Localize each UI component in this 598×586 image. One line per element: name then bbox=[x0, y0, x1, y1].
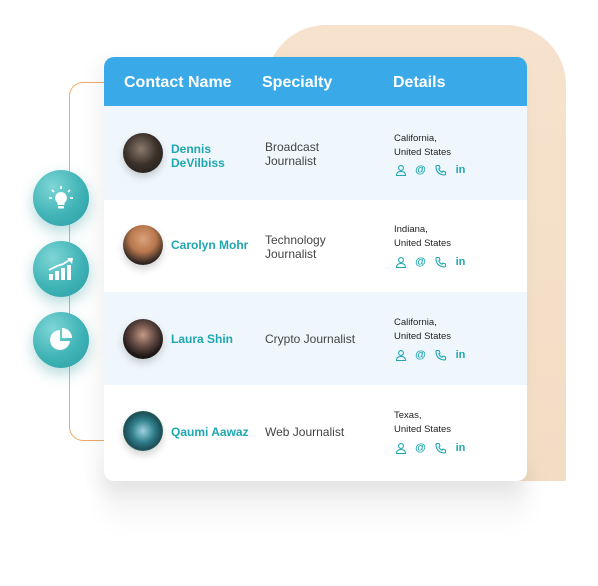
location-text: Texas, United States bbox=[394, 410, 452, 435]
linkedin-icon[interactable]: in bbox=[454, 163, 467, 176]
growth-chart-icon bbox=[48, 258, 73, 280]
avatar bbox=[123, 225, 163, 265]
linkedin-icon[interactable]: in bbox=[454, 348, 467, 361]
linkedin-icon[interactable]: in bbox=[454, 441, 467, 454]
table-row[interactable]: Carolyn Mohr Technology Journalist Indian… bbox=[104, 200, 527, 292]
table-header: Contact Name Specialty Details bbox=[104, 57, 527, 106]
email-icon[interactable]: @ bbox=[414, 348, 427, 361]
contact-name-link[interactable]: Carolyn Mohr bbox=[171, 238, 248, 252]
contact-name-link[interactable]: Dennis DeVilbiss bbox=[171, 142, 225, 170]
specialty-text: Broadcast Journalist bbox=[265, 140, 320, 168]
specialty-text: Technology Journalist bbox=[265, 233, 326, 261]
side-button-analytics[interactable] bbox=[33, 312, 89, 368]
specialty-text: Crypto Journalist bbox=[265, 332, 356, 346]
email-icon[interactable]: @ bbox=[414, 163, 427, 176]
column-header-specialty[interactable]: Specialty bbox=[262, 74, 332, 92]
phone-icon[interactable] bbox=[434, 255, 447, 268]
table-row[interactable]: Dennis DeVilbiss Broadcast Journalist Cali… bbox=[104, 106, 527, 200]
user-profile-icon[interactable] bbox=[394, 441, 407, 454]
side-button-growth[interactable] bbox=[33, 241, 89, 297]
linkedin-icon[interactable]: in bbox=[454, 255, 467, 268]
avatar bbox=[123, 411, 163, 451]
phone-icon[interactable] bbox=[434, 348, 447, 361]
email-icon[interactable]: @ bbox=[414, 441, 427, 454]
phone-icon[interactable] bbox=[434, 163, 447, 176]
contact-actions: @ in bbox=[394, 163, 467, 176]
specialty-text: Web Journalist bbox=[265, 425, 345, 439]
column-header-contact-name[interactable]: Contact Name bbox=[124, 74, 232, 92]
pie-chart-icon bbox=[50, 328, 72, 350]
location-text: California, United States bbox=[394, 133, 452, 158]
phone-icon[interactable] bbox=[434, 441, 447, 454]
contact-name-link[interactable]: Qaumi Aawaz bbox=[171, 425, 249, 439]
user-profile-icon[interactable] bbox=[394, 348, 407, 361]
avatar bbox=[123, 319, 163, 359]
column-header-details[interactable]: Details bbox=[393, 74, 445, 92]
location-text: Indiana, United States bbox=[394, 224, 452, 249]
location-text: California, United States bbox=[394, 317, 452, 342]
email-icon[interactable]: @ bbox=[414, 255, 427, 268]
contact-actions: @ in bbox=[394, 255, 467, 268]
contact-name-link[interactable]: Laura Shin bbox=[171, 332, 233, 346]
avatar bbox=[123, 133, 163, 173]
table-row[interactable]: Qaumi Aawaz Web Journalist Texas, United … bbox=[104, 385, 527, 481]
user-profile-icon[interactable] bbox=[394, 255, 407, 268]
contact-actions: @ in bbox=[394, 348, 467, 361]
user-profile-icon[interactable] bbox=[394, 163, 407, 176]
side-button-ideas[interactable] bbox=[33, 170, 89, 226]
lightbulb-icon bbox=[49, 186, 73, 209]
contact-actions: @ in bbox=[394, 441, 467, 454]
contacts-table-card: Contact Name Specialty Details Dennis DeV… bbox=[104, 57, 527, 481]
table-row[interactable]: Laura Shin Crypto Journalist California,… bbox=[104, 292, 527, 385]
